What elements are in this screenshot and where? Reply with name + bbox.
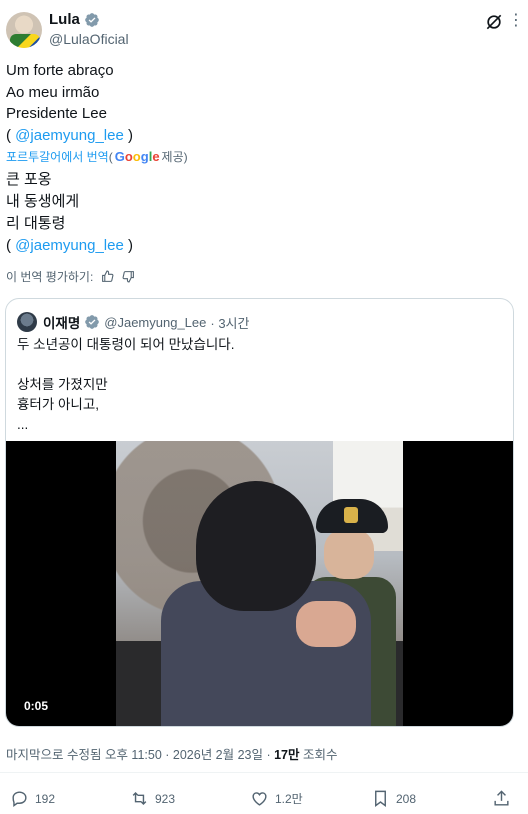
quoted-author-avatar[interactable] [17, 312, 37, 332]
grok-icon[interactable] [484, 12, 504, 32]
reply-count: 192 [35, 791, 56, 806]
mention-link[interactable]: @jaemyung_lee [15, 127, 124, 144]
views-label: 조회수 [299, 748, 338, 762]
mention-link[interactable]: @jaemyung_lee [15, 237, 124, 254]
thumbs-down-icon[interactable] [122, 270, 135, 283]
quoted-post-time[interactable]: · 3시간 [210, 313, 249, 332]
verified-badge-icon[interactable] [84, 12, 100, 28]
quoted-line: ... [17, 417, 29, 432]
more-options-icon[interactable]: ⋮ [508, 12, 524, 32]
bookmark-icon [375, 790, 386, 808]
quoted-video[interactable]: 0:05 [6, 441, 513, 726]
verified-badge-icon[interactable] [84, 314, 100, 330]
quoted-author-name[interactable]: 이재명 [43, 312, 80, 332]
edited-timestamp[interactable]: 마지막으로 수정됨 오후 11:50 · 2026년 2월 23일 · [6, 748, 274, 762]
bookmark-count: 208 [396, 791, 417, 806]
quoted-line [17, 355, 507, 375]
repost-icon [132, 791, 147, 806]
reply-button[interactable]: 192 [10, 789, 55, 808]
translated-line: 리 대통령 [6, 215, 66, 232]
share-icon [494, 790, 509, 806]
translated-from-link[interactable]: 포르투갈어에서 번역 [6, 148, 109, 165]
post-mention-line: ( @jaemyung_lee ) [6, 126, 133, 144]
google-logo: Google [114, 149, 160, 164]
translated-text: 큰 포옹 내 동생에게 리 대통령 ( @jaemyung_lee ) [6, 169, 516, 257]
rate-translation: 이 번역 평가하기: [6, 268, 135, 285]
author-handle[interactable]: @LulaOficial [49, 31, 129, 47]
translated-mention-line: ( @jaemyung_lee ) [6, 237, 133, 254]
repost-count: 923 [155, 791, 176, 806]
video-frame [116, 441, 403, 726]
repost-button[interactable]: 923 [130, 789, 175, 808]
video-timestamp: 0:05 [24, 699, 49, 713]
rate-translation-label: 이 번역 평가하기: [6, 270, 94, 284]
post-meta: 마지막으로 수정됨 오후 11:50 · 2026년 2월 23일 · 17만 … [6, 744, 338, 763]
thumbs-up-icon[interactable] [101, 270, 114, 283]
action-bar: 192 923 1.2만 208 [0, 772, 528, 814]
views-count: 17만 [274, 748, 300, 762]
heart-icon [252, 792, 267, 806]
like-count: 1.2만 [275, 792, 303, 806]
post-line: Presidente Lee [6, 105, 107, 122]
quoted-author-handle[interactable]: @Jaemyung_Lee [104, 315, 206, 330]
quoted-post-text: 두 소년공이 대통령이 되어 만났습니다. 상처를 가졌지만 흉터가 아니고, … [17, 335, 507, 435]
share-button[interactable] [492, 789, 511, 808]
like-button[interactable]: 1.2만 [250, 789, 303, 808]
translated-line: 내 동생에게 [6, 193, 80, 210]
post-header: Lula @LulaOficial ⋮ [6, 10, 524, 50]
bookmark-button[interactable]: 208 [371, 789, 416, 808]
post-line: Ao meu irmão [6, 83, 100, 101]
author-name[interactable]: Lula [49, 11, 80, 28]
quoted-line: 두 소년공이 대통령이 되어 만났습니다. [17, 337, 235, 352]
quoted-post[interactable]: 이재명 @Jaemyung_Lee · 3시간 두 소년공이 대통령이 되어 만… [5, 298, 514, 727]
translation-attribution: 포르투갈어에서 번역 ( Google 제공) [6, 148, 188, 165]
translated-line: 큰 포옹 [6, 171, 52, 188]
author-name-row: Lula [49, 11, 100, 28]
post-line: Um forte abraço [6, 62, 114, 79]
quoted-line: 상처를 가졌지만 [17, 377, 108, 392]
reply-icon [12, 791, 27, 808]
quoted-line: 흉터가 아니고, [17, 397, 100, 412]
quoted-post-header: 이재명 @Jaemyung_Lee · 3시간 [17, 312, 249, 332]
author-avatar[interactable] [6, 12, 42, 48]
post-text: Um forte abraço Ao meu irmão Presidente … [6, 60, 516, 146]
